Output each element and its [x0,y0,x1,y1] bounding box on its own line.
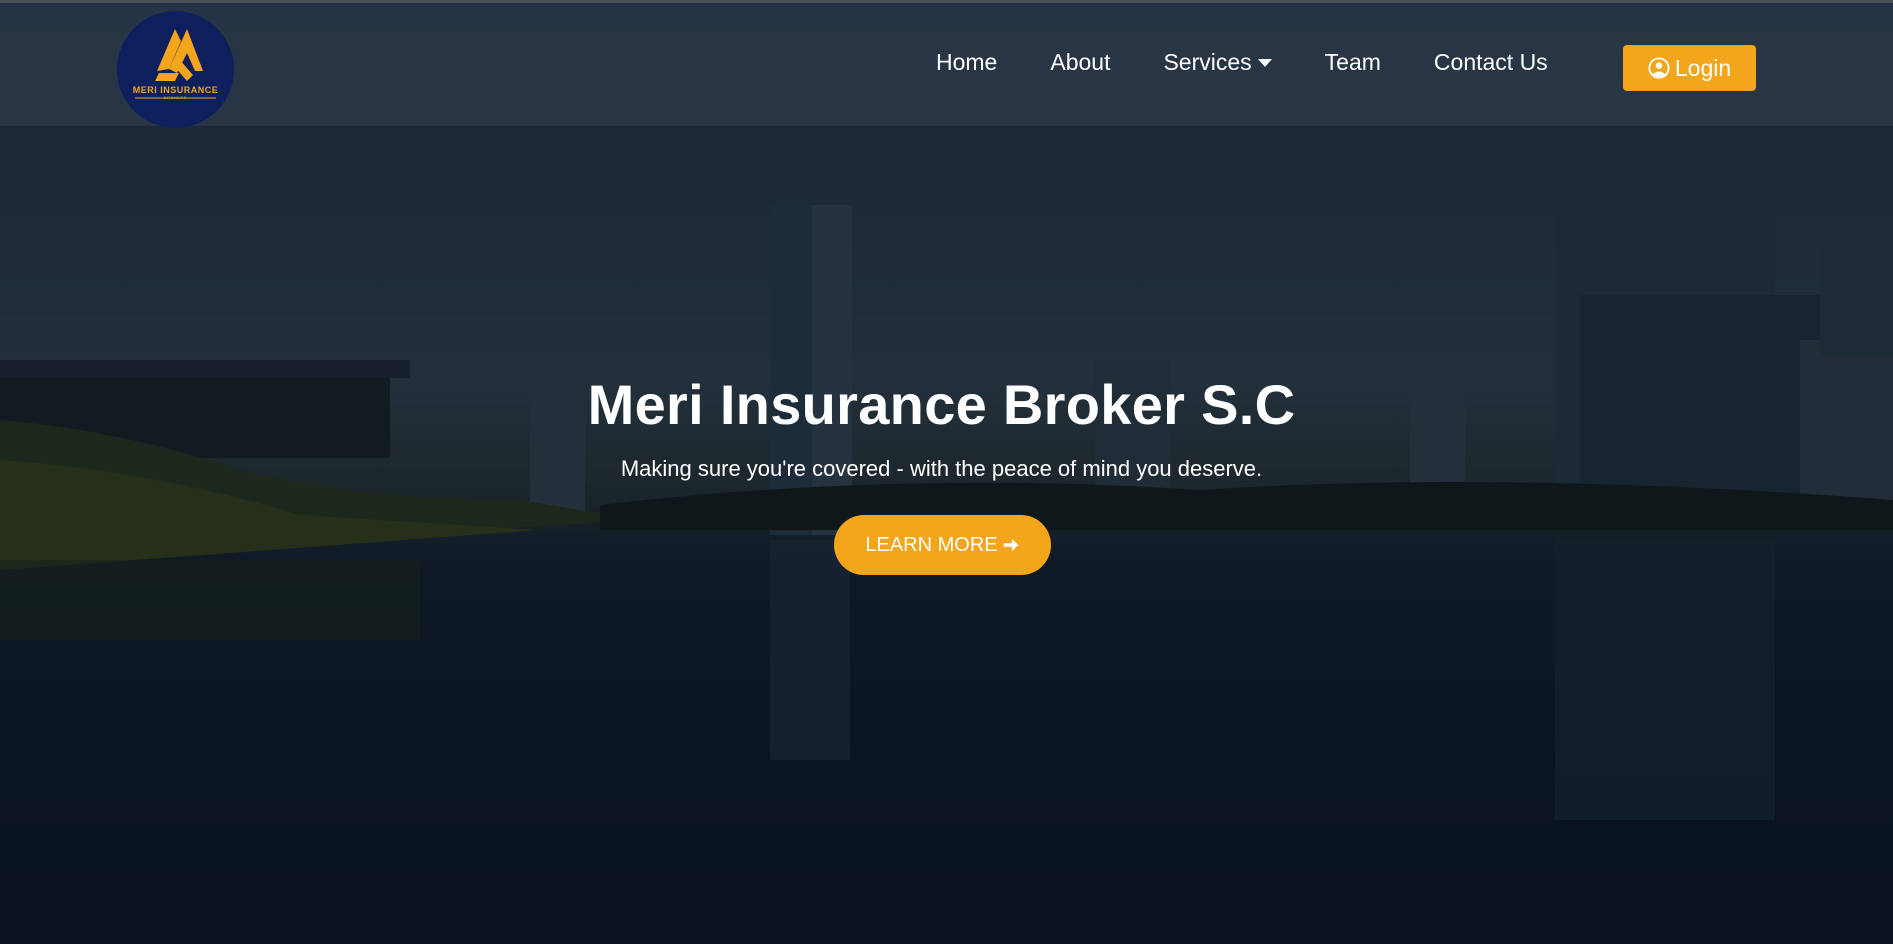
nav-home-link[interactable]: Home [936,49,997,76]
nav-team-link[interactable]: Team [1325,49,1381,76]
brand-name: MERI INSURANCE [132,85,219,95]
nav-about-link[interactable]: About [1050,49,1110,76]
nav-links: Home About Services Team Contact Us [936,47,1548,77]
caret-down-icon [1257,59,1272,67]
nav-services-dropdown[interactable]: Services [1163,48,1272,76]
brand-subtitle: BROKERS [163,95,188,100]
nav-contact-link[interactable]: Contact Us [1434,49,1548,76]
login-button[interactable]: Login [1623,45,1756,91]
nav-services-label: Services [1163,48,1252,75]
hero-subtitle: Making sure you're covered - with the pe… [620,456,1263,481]
learn-more-button[interactable]: LEARN MORE [834,515,1051,575]
login-label: Login [1674,54,1732,81]
navbar: MERI INSURANCE BROKERS Home About Servic… [0,0,1893,128]
arrow-right-icon [1003,538,1018,552]
hero-title: Meri Insurance Broker S.C [587,373,1296,436]
user-circle-icon [1648,57,1670,79]
brand-logo[interactable]: MERI INSURANCE BROKERS [117,11,234,128]
learn-more-label: LEARN MORE [865,533,998,556]
logo-mark-icon [135,29,216,99]
